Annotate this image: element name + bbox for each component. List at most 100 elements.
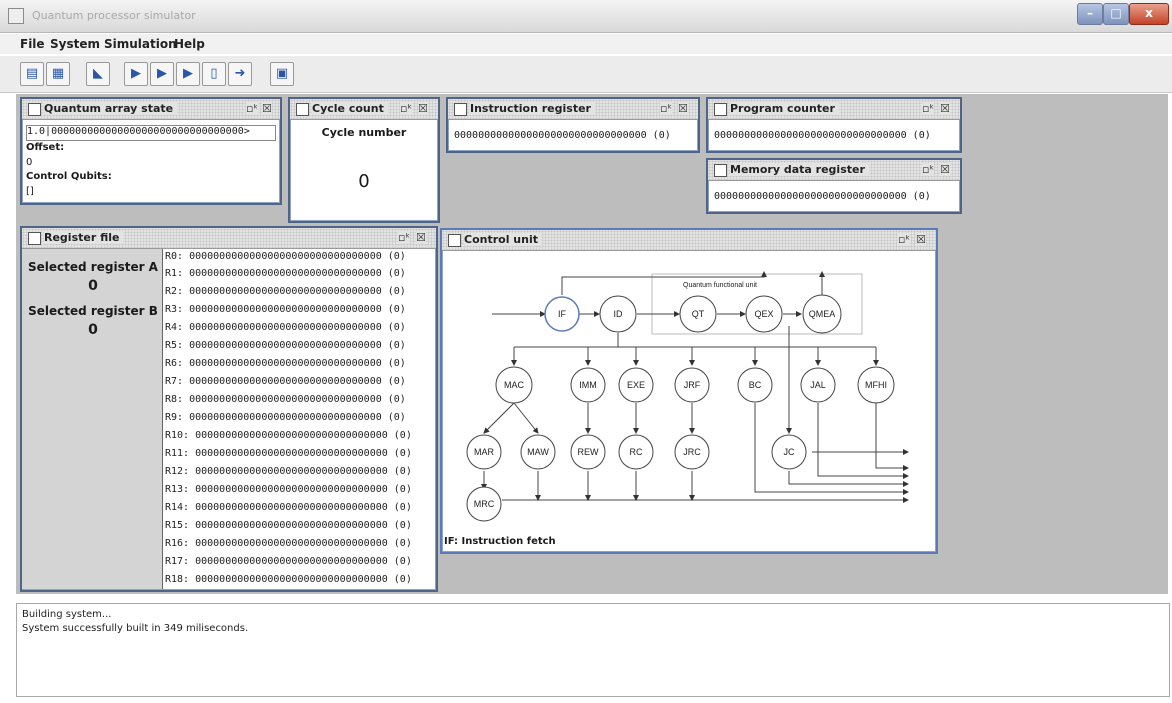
frame-title-bar[interactable]: Instruction register ▫ᵏ ☒ (448, 99, 698, 120)
restore-icon[interactable]: ▫ᵏ (660, 102, 673, 115)
frame-title-bar[interactable]: Cycle count ▫ᵏ ☒ (290, 99, 438, 120)
state-mar: MAR (474, 447, 495, 457)
frame-title: Memory data register (730, 163, 869, 176)
frame-title-bar[interactable]: Quantum array state ▫ᵏ ☒ (22, 99, 280, 120)
instruction-register-frame: Instruction register ▫ᵏ ☒ 00000000000000… (446, 97, 700, 153)
control-qubits-label: Control Qubits: (26, 171, 112, 182)
register-row: R7: 00000000000000000000000000000000 (0) (165, 376, 406, 387)
control-unit-diagram: Quantum functional unit IF ID QT QEX QME… (466, 271, 909, 522)
restore-icon[interactable]: ▫ᵏ (398, 231, 411, 244)
state-if: IF (558, 309, 567, 319)
frame-checkbox-icon (28, 103, 41, 116)
register-row: R18: 00000000000000000000000000000000 (0… (165, 574, 412, 585)
selected-register-b-label: Selected register B (28, 304, 158, 318)
register-row: R11: 00000000000000000000000000000000 (0… (165, 448, 412, 459)
register-row: R5: 00000000000000000000000000000000 (0) (165, 340, 406, 351)
selected-register-a-label: Selected register A (28, 260, 158, 274)
control-unit-frame: Control unit ▫ᵏ ☒ Quantum functional uni… (440, 228, 938, 554)
close-frame-icon[interactable]: ☒ (916, 233, 926, 246)
register-row: R13: 00000000000000000000000000000000 (0… (165, 484, 412, 495)
state-mfhi: MFHI (865, 380, 887, 390)
frame-checkbox-icon (28, 232, 41, 245)
window-title: Quantum processor simulator (32, 9, 196, 22)
state-exe: EXE (627, 380, 645, 390)
restore-icon[interactable]: ▫ᵏ (246, 102, 259, 115)
selected-registers-panel (22, 249, 162, 589)
menu-simulation[interactable]: Simulation (104, 37, 177, 51)
console-line: Building system... (22, 609, 112, 620)
frame-checkbox-icon (448, 234, 461, 247)
restore-icon[interactable]: ▫ᵏ (922, 102, 935, 115)
register-row: R3: 00000000000000000000000000000000 (0) (165, 304, 406, 315)
menu-file[interactable]: File (20, 37, 45, 51)
cycle-number-label: Cycle number (321, 126, 407, 139)
restore-icon[interactable]: ▫ᵏ (898, 233, 911, 246)
frame-title: Register file (44, 231, 124, 244)
register-row: R9: 00000000000000000000000000000000 (0) (165, 412, 406, 423)
state-jrc: JRC (683, 447, 701, 457)
frame-checkbox-icon (454, 103, 467, 116)
state-rew: REW (578, 447, 600, 457)
frame-checkbox-icon (714, 103, 727, 116)
cycle-number-value: 0 (358, 171, 370, 192)
frame-title: Quantum array state (44, 102, 178, 115)
close-frame-icon[interactable]: ☒ (262, 102, 272, 115)
register-row: R0: 00000000000000000000000000000000 (0) (165, 251, 406, 262)
chip-icon[interactable]: ◣ (86, 62, 110, 86)
register-row: R10: 00000000000000000000000000000000 (0… (165, 430, 412, 441)
state-jrf: JRF (684, 380, 701, 390)
memory-data-register-value: 00000000000000000000000000000000 (0) (714, 191, 931, 202)
load-icon[interactable]: ▤ (20, 62, 44, 86)
state-maw: MAW (527, 447, 549, 457)
console-output[interactable] (16, 603, 1170, 697)
close-frame-icon[interactable]: ☒ (678, 102, 688, 115)
register-list: R0: 00000000000000000000000000000000 (0)… (162, 249, 435, 589)
step-into-icon[interactable]: ▶ (176, 62, 200, 86)
register-row: R8: 00000000000000000000000000000000 (0) (165, 394, 406, 405)
program-counter-value: 00000000000000000000000000000000 (0) (714, 130, 931, 141)
quantum-state-field[interactable]: 1.0|00000000000000000000000000000000> (26, 125, 276, 141)
selected-register-a-value: 0 (88, 278, 98, 294)
state-id: ID (614, 309, 624, 319)
selected-register-b-value: 0 (88, 322, 98, 338)
frame-title-bar[interactable]: Memory data register ▫ᵏ ☒ (708, 160, 960, 181)
state-jal: JAL (810, 380, 826, 390)
run-icon[interactable]: ▶ (124, 62, 148, 86)
close-frame-icon[interactable]: ☒ (416, 231, 426, 244)
forward-icon[interactable]: ➜ (228, 62, 252, 86)
register-row: R17: 00000000000000000000000000000000 (0… (165, 556, 412, 567)
maximize-button[interactable]: □ (1103, 3, 1129, 25)
restore-icon[interactable]: ▫ᵏ (400, 102, 413, 115)
close-button[interactable]: x (1129, 3, 1169, 25)
register-row: R6: 00000000000000000000000000000000 (0) (165, 358, 406, 369)
step-icon[interactable]: ▶ (150, 62, 174, 86)
offset-label: Offset: (26, 142, 65, 153)
close-frame-icon[interactable]: ☒ (940, 163, 950, 176)
offset-value: 0 (26, 157, 33, 168)
state-mac: MAC (504, 380, 525, 390)
state-imm: IMM (579, 380, 597, 390)
state-qex: QEX (754, 309, 773, 319)
menu-system[interactable]: System (50, 37, 100, 51)
memory-data-register-frame: Memory data register ▫ᵏ ☒ 00000000000000… (706, 158, 962, 214)
frame-title-bar[interactable]: Register file ▫ᵏ ☒ (22, 228, 436, 249)
step-out-icon[interactable]: ▯ (202, 62, 226, 86)
qfu-label: Quantum functional unit (683, 282, 757, 289)
console-line: System successfully built in 349 milisec… (22, 623, 249, 634)
app-icon (8, 8, 24, 24)
frame-title: Program counter (730, 102, 839, 115)
quantum-array-frame: Quantum array state ▫ᵏ ☒ 1.0|00000000000… (20, 97, 282, 205)
register-row: R15: 00000000000000000000000000000000 (0… (165, 520, 412, 531)
minimize-button[interactable]: – (1077, 3, 1103, 25)
menu-help[interactable]: Help (174, 37, 205, 51)
frame-title-bar[interactable]: Control unit ▫ᵏ ☒ (442, 230, 936, 251)
restore-icon[interactable]: ▫ᵏ (922, 163, 935, 176)
close-frame-icon[interactable]: ☒ (418, 102, 428, 115)
register-row: R4: 00000000000000000000000000000000 (0) (165, 322, 406, 333)
memory-icon[interactable]: ▣ (270, 62, 294, 86)
register-row: R2: 00000000000000000000000000000000 (0) (165, 286, 406, 297)
control-unit-caption: IF: Instruction fetch (444, 536, 556, 547)
close-frame-icon[interactable]: ☒ (940, 102, 950, 115)
load-step-icon[interactable]: ▦ (46, 62, 70, 86)
frame-title-bar[interactable]: Program counter ▫ᵏ ☒ (708, 99, 960, 120)
